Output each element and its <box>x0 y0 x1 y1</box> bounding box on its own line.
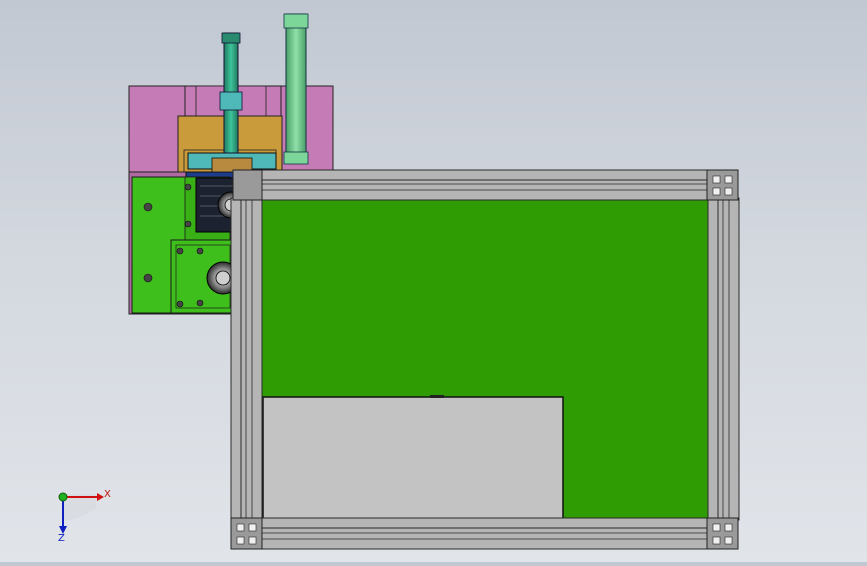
gray-panel[interactable] <box>262 396 564 521</box>
left-frame-profile[interactable] <box>230 197 263 521</box>
axis-z-label: Z <box>58 533 65 544</box>
right-frame-profile[interactable] <box>707 197 740 521</box>
bottom-frame-profile[interactable] <box>232 517 739 550</box>
cad-viewport[interactable]: X Z <box>0 0 867 562</box>
light-green-cylinder[interactable] <box>285 13 307 163</box>
coordinate-triad: X Z <box>58 489 111 544</box>
axis-y-icon <box>58 492 68 502</box>
top-frame-profile[interactable] <box>232 169 739 201</box>
aluminum-frame-assembly[interactable] <box>230 169 740 550</box>
axis-x-label: X <box>104 489 111 500</box>
model-canvas[interactable]: X Z <box>0 0 867 562</box>
